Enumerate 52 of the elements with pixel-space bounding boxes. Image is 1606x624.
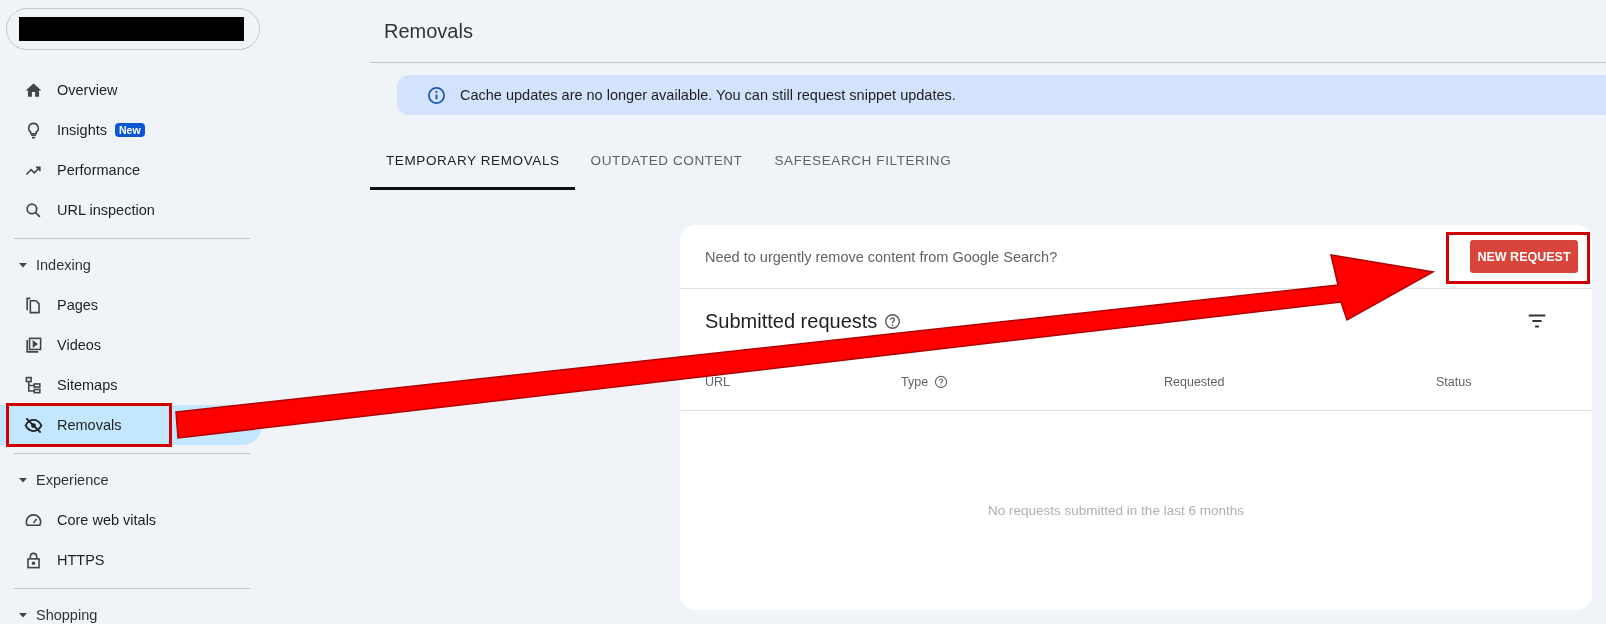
nav-label: Sitemaps: [57, 377, 118, 393]
column-header: URL: [705, 374, 730, 389]
column-header: Type: [901, 374, 929, 389]
nav-item[interactable]: URL inspection: [0, 190, 262, 230]
nav-section-header[interactable]: Shopping: [0, 595, 262, 624]
section-title: Indexing: [36, 257, 91, 273]
nav-section-header[interactable]: Indexing: [0, 245, 262, 285]
nav-label: Overview: [57, 82, 118, 98]
page-title: Removals: [384, 19, 474, 43]
section-title: Shopping: [36, 607, 98, 623]
caret-icon: [18, 610, 28, 620]
tab[interactable]: SAFESEARCH FILTERING: [758, 146, 968, 190]
nav-item[interactable]: Videos: [0, 325, 262, 365]
nav-label: Pages: [57, 297, 99, 313]
help-icon[interactable]: [884, 312, 902, 330]
nav-item[interactable]: Performance: [0, 150, 262, 190]
nav-label: URL inspection: [57, 202, 155, 218]
help-icon[interactable]: [934, 374, 949, 389]
banner-text: Cache updates are no longer available. You can still request snippet updates.: [460, 87, 956, 103]
nav-icon: [24, 375, 43, 395]
nav-section-header[interactable]: Experience: [0, 460, 262, 500]
caret-icon: [18, 475, 28, 485]
nav-icon: [24, 550, 43, 570]
nav-item[interactable]: Overview: [0, 70, 262, 110]
column-header: Requested: [1164, 374, 1225, 389]
section-title: Submitted requests: [705, 309, 878, 333]
tab[interactable]: OUTDATED CONTENT: [574, 146, 759, 190]
new-badge: New: [115, 123, 145, 137]
tab[interactable]: TEMPORARY REMOVALS: [370, 146, 575, 190]
nav-item[interactable]: Sitemaps: [0, 365, 262, 405]
nav-item[interactable]: HTTPS: [0, 540, 262, 580]
nav-label: Performance: [57, 162, 140, 178]
nav-label: Core web vitals: [57, 512, 157, 528]
nav-icon: [24, 295, 43, 315]
nav-icon: [24, 415, 43, 435]
nav-label: Removals: [57, 417, 122, 433]
empty-message: No requests submitted in the last 6 months: [988, 503, 1244, 518]
nav-icon: [24, 80, 43, 100]
nav-label: HTTPS: [57, 552, 105, 568]
nav-icon: [24, 200, 43, 220]
section-title: Experience: [36, 472, 109, 488]
nav-label: Videos: [57, 337, 102, 353]
nav-item[interactable]: Insights New: [0, 110, 262, 150]
nav-item[interactable]: Pages: [0, 285, 262, 325]
prompt-text: Need to urgently remove content from Google Search?: [705, 248, 1058, 265]
new-request-button[interactable]: NEW REQUEST: [1470, 240, 1578, 273]
column-header: Status: [1436, 374, 1472, 389]
caret-icon: [18, 260, 28, 270]
nav-icon: [24, 335, 43, 355]
info-icon: [427, 85, 446, 105]
nav-item[interactable]: Core web vitals: [0, 500, 262, 540]
nav-label: Insights: [57, 122, 107, 138]
